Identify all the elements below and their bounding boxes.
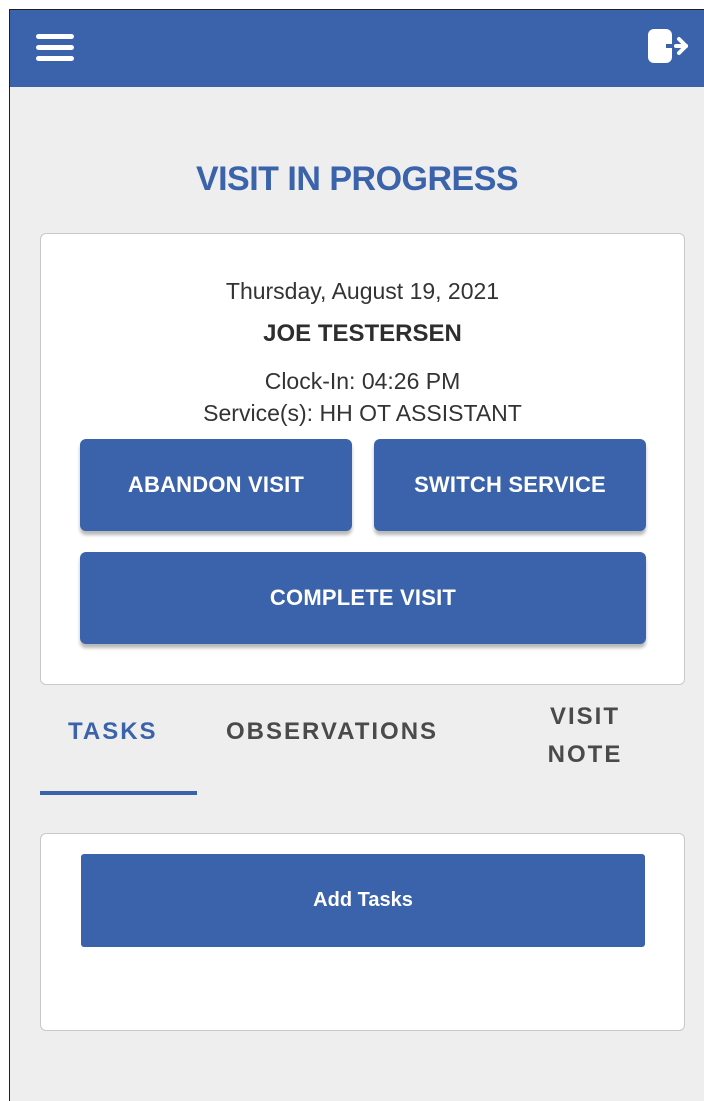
tab-visit-note[interactable]: VISIT NOTE bbox=[530, 698, 640, 774]
visit-services: Service(s): HH OT ASSISTANT bbox=[203, 400, 522, 426]
page-title: VISIT IN PROGRESS bbox=[195, 160, 519, 198]
tab-visit-note-line1: VISIT bbox=[549, 703, 620, 730]
tab-visit-note-line2: NOTE bbox=[547, 741, 623, 768]
abandon-visit-button[interactable]: ABANDON VISIT bbox=[80, 439, 352, 531]
active-tab-indicator bbox=[40, 791, 197, 795]
switch-service-button[interactable]: SWITCH SERVICE bbox=[374, 439, 646, 531]
visit-summary-card: Thursday, August 19, 2021 JOE TESTERSEN … bbox=[40, 233, 685, 685]
hamburger-menu-icon[interactable] bbox=[36, 32, 76, 64]
top-app-bar bbox=[10, 10, 704, 87]
tab-observations[interactable]: OBSERVATIONS bbox=[226, 718, 438, 746]
logout-icon[interactable] bbox=[646, 27, 692, 65]
visit-date: Thursday, August 19, 2021 bbox=[225, 278, 500, 304]
clock-in-time: Clock-In: 04:26 PM bbox=[264, 368, 461, 394]
tab-tasks[interactable]: TASKS bbox=[68, 718, 158, 746]
complete-visit-button[interactable]: COMPLETE VISIT bbox=[80, 552, 646, 644]
tasks-panel: Add Tasks bbox=[40, 833, 685, 1031]
app-screen: VISIT IN PROGRESS Thursday, August 19, 2… bbox=[9, 9, 704, 1101]
patient-name: JOE TESTERSEN bbox=[263, 320, 462, 347]
add-tasks-button[interactable]: Add Tasks bbox=[81, 854, 645, 947]
